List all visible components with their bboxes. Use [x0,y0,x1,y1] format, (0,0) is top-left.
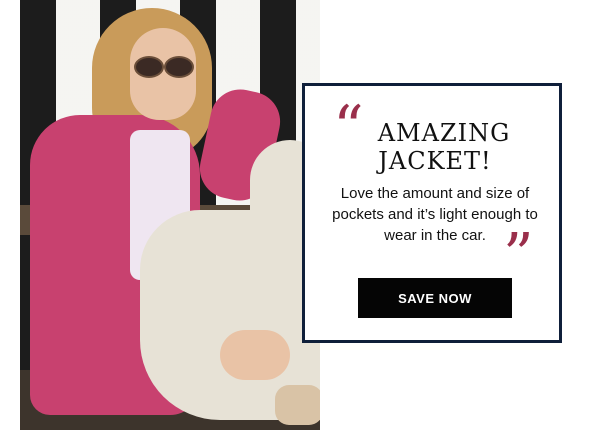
save-now-button[interactable]: SAVE NOW [358,278,512,318]
model-hand [220,330,290,380]
testimonial-headline: AMAZING JACKET! [325,119,545,175]
headline-line-1: AMAZING [377,119,511,147]
quote-close-icon: ” [503,221,534,291]
sunglasses-icon [134,56,194,78]
headline-line-2: JACKET! [378,147,492,175]
testimonial-box: “ AMAZING JACKET! Love the amount and si… [302,83,562,343]
model-figure [20,0,320,430]
product-photo [20,0,320,430]
loafer-shoe [275,385,320,425]
